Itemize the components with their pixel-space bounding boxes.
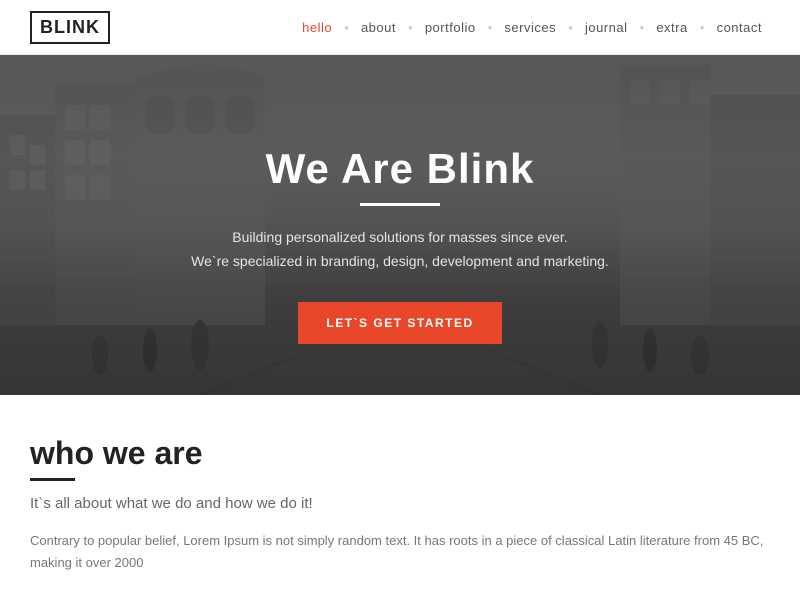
about-body: Contrary to popular belief, Lorem Ipsum …	[30, 530, 770, 574]
dot-3: ●	[488, 23, 493, 32]
dot-4: ●	[568, 23, 573, 32]
dot-5: ●	[639, 23, 644, 32]
header: BLINK hello ● about ● portfolio ● servic…	[0, 0, 800, 55]
hero-subtitle: Building personalized solutions for mass…	[0, 226, 800, 274]
nav-hello[interactable]: hello	[294, 20, 340, 35]
nav-portfolio[interactable]: portfolio	[417, 20, 484, 35]
hero-divider	[360, 203, 440, 206]
nav-services[interactable]: services	[496, 20, 564, 35]
hero-subtitle-line1: Building personalized solutions for mass…	[232, 229, 567, 245]
about-divider	[30, 478, 75, 481]
about-title: who we are	[30, 435, 770, 472]
about-section: who we are It`s all about what we do and…	[0, 395, 800, 594]
logo[interactable]: BLINK	[30, 11, 110, 44]
dot-1: ●	[344, 23, 349, 32]
hero-title: We Are Blink	[0, 145, 800, 193]
hero-subtitle-line2: We`re specialized in branding, design, d…	[191, 253, 609, 269]
nav-contact[interactable]: contact	[709, 20, 770, 35]
main-nav: hello ● about ● portfolio ● services ● j…	[294, 20, 770, 35]
cta-button[interactable]: LET`S GET STARTED	[298, 302, 501, 344]
hero-section: We Are Blink Building personalized solut…	[0, 55, 800, 395]
nav-journal[interactable]: journal	[577, 20, 636, 35]
dot-6: ●	[700, 23, 705, 32]
hero-content: We Are Blink Building personalized solut…	[0, 55, 800, 344]
nav-about[interactable]: about	[353, 20, 404, 35]
about-subtitle: It`s all about what we do and how we do …	[30, 495, 770, 512]
dot-2: ●	[408, 23, 413, 32]
nav-extra[interactable]: extra	[648, 20, 695, 35]
